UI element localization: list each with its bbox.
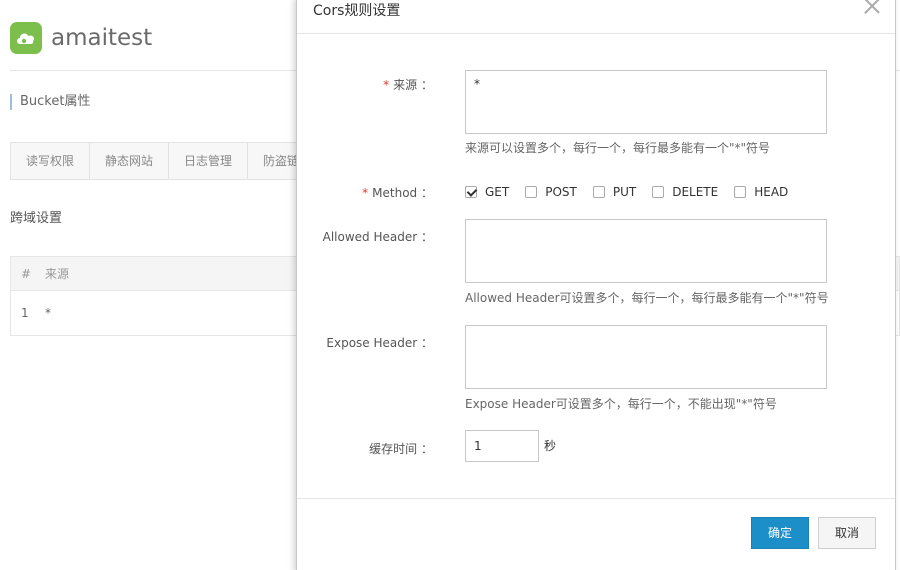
bucket-tabs: 读写权限 静态网站 日志管理 防盗链 (10, 142, 310, 180)
cloud-logo-icon (10, 22, 42, 54)
source-label-text: 来源 ： (393, 78, 433, 92)
dialog-header: Cors规则设置 (297, 0, 895, 34)
close-icon[interactable] (863, 0, 881, 16)
checkbox-icon[interactable] (525, 186, 538, 198)
method-head-label: HEAD (754, 185, 789, 199)
allowed-header-hint: Allowed Header可设置多个，每行一个，每行最多能有一个"*"符号 (465, 291, 829, 305)
cache-time-label: 缓存时间 ： (369, 442, 433, 456)
column-header-index: # (21, 266, 32, 281)
bucket-header: amaitest (10, 22, 152, 54)
method-delete[interactable]: DELETE (652, 185, 718, 199)
bucket-name: amaitest (51, 25, 153, 51)
checkbox-checked-icon[interactable] (465, 186, 477, 198)
source-label: * 来源 ： (297, 76, 433, 93)
source-textarea[interactable]: * (465, 70, 827, 134)
cors-rule-dialog: Cors规则设置 * 来源 ： * 来源可以设置多个，每行一个，每行最多能有一个"… (296, 0, 896, 570)
expose-header-label: Expose Header ： (326, 336, 433, 350)
checkbox-icon[interactable] (652, 186, 665, 198)
cache-time-unit: 秒 (544, 439, 557, 453)
expose-header-textarea[interactable] (465, 325, 827, 389)
cors-section-title: 跨域设置 (10, 211, 63, 226)
method-put-label: PUT (612, 185, 637, 199)
confirm-button[interactable]: 确定 (751, 517, 809, 549)
expose-header-hint: Expose Header可设置多个，每行一个，不能出现"*"符号 (465, 397, 777, 411)
section-title: Bucket属性 (10, 94, 90, 110)
allowed-header-textarea[interactable] (465, 219, 827, 283)
method-checkbox-group: GET POST PUT DELETE HEAD (465, 185, 804, 199)
tab-static-website[interactable]: 静态网站 (90, 143, 170, 179)
method-post-label: POST (545, 185, 577, 199)
method-get-label: GET (485, 185, 510, 199)
required-marker: * (383, 78, 390, 92)
method-get[interactable]: GET (465, 185, 509, 199)
method-head[interactable]: HEAD (734, 185, 788, 199)
allowed-header-label: Allowed Header ： (322, 230, 433, 244)
column-header-source: 来源 (45, 267, 70, 281)
method-label-text: Method ： (372, 186, 433, 200)
method-delete-label: DELETE (672, 185, 719, 199)
checkbox-icon[interactable] (734, 186, 747, 198)
row-index: 1 (21, 306, 29, 320)
cancel-button[interactable]: 取消 (818, 517, 876, 549)
method-put[interactable]: PUT (592, 185, 637, 199)
dialog-footer-divider (297, 498, 895, 499)
source-hint: 来源可以设置多个，每行一个，每行最多能有一个"*"符号 (465, 141, 771, 155)
required-marker: * (362, 186, 369, 200)
method-post[interactable]: POST (525, 185, 577, 199)
tab-log-management[interactable]: 日志管理 (169, 143, 249, 179)
checkbox-icon[interactable] (592, 186, 605, 198)
tab-read-write-permission[interactable]: 读写权限 (11, 143, 91, 179)
method-label: * Method ： (297, 184, 433, 201)
dialog-title: Cors规则设置 (313, 3, 401, 19)
row-source: * (45, 306, 51, 320)
cache-time-input[interactable]: 1 (465, 430, 539, 462)
